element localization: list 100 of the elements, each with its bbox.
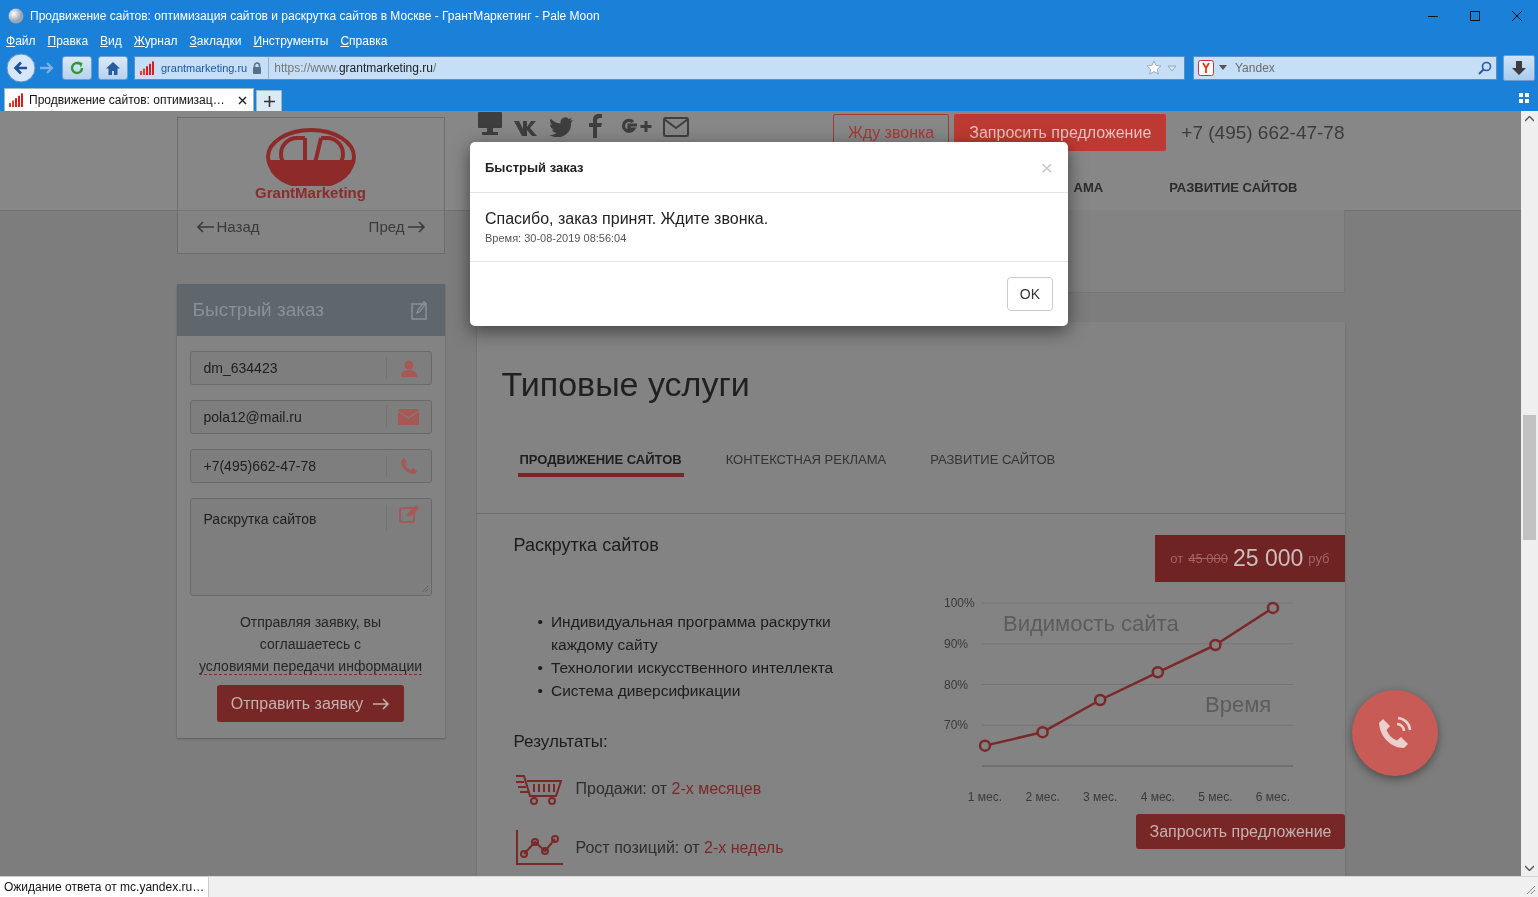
menu-item[interactable]: Правка — [47, 34, 89, 48]
plus-icon — [263, 95, 275, 107]
tick-label: 3 мес. — [1082, 790, 1117, 804]
dialog-message: Спасибо, заказ принят. Ждите звонка. — [485, 210, 770, 228]
home-icon — [105, 60, 121, 76]
edit-icon — [410, 300, 427, 320]
terms-link[interactable]: условиями передачи информации — [198, 658, 423, 675]
lock-icon — [252, 62, 263, 74]
data-point — [1093, 693, 1106, 707]
tick-label: 2 мес. — [1024, 790, 1060, 804]
menu-item[interactable]: Файл — [6, 34, 36, 48]
tick-label: 100% — [943, 596, 975, 610]
nav-item[interactable]: РАЗВИТИЕ САЙТОВ — [1169, 180, 1298, 210]
scrollbar[interactable] — [1521, 111, 1538, 876]
tick-label: 5 мес. — [1197, 790, 1233, 804]
input-field[interactable]: dm_634423 — [190, 352, 386, 384]
scroll-up-icon — [1525, 116, 1534, 122]
data-point — [1208, 638, 1222, 652]
person-icon — [400, 359, 417, 377]
data-point — [1151, 666, 1164, 679]
yandex-icon[interactable] — [1198, 60, 1214, 76]
twitter-icon[interactable] — [548, 116, 573, 137]
input-field[interactable]: +7(495)662-47-78 — [190, 450, 386, 482]
data-point — [978, 739, 991, 752]
price-badge: от 45 000 25 000 руб — [1155, 535, 1345, 582]
window-title: Продвижение сайтов: оптимизация сайтов и раскрутка сайтов в Москве - ГрантМаркетинг - Pale Moon — [30, 9, 601, 23]
signal-icon — [9, 93, 25, 107]
star-icon[interactable] — [1146, 60, 1162, 76]
new-tab-button[interactable] — [256, 90, 282, 111]
status-text: Ожидание ответа от mc.yandex.ru… — [0, 876, 210, 897]
close-icon[interactable] — [238, 95, 247, 105]
result-text: Рост позиций: от 2-х недель — [575, 839, 784, 857]
message-field[interactable]: Раскрутка сайтов — [190, 499, 386, 595]
arrow-left-icon — [195, 220, 214, 233]
bullet: • — [537, 658, 543, 678]
tick-label: 6 мес. — [1255, 790, 1290, 804]
site-identity[interactable]: grantmarketing.ru — [135, 57, 270, 79]
search-field[interactable]: Yandex — [1233, 60, 1478, 76]
input-box[interactable]: +7(495)662-47-78 — [189, 449, 432, 483]
menu-item[interactable]: Вид — [100, 34, 122, 48]
maximize-icon[interactable] — [1469, 10, 1481, 22]
line-graph-icon — [513, 830, 564, 866]
grid-icon[interactable] — [1519, 93, 1529, 103]
envelope-icon — [398, 409, 419, 425]
feature-item: Технологии искусственного интеллекта — [550, 658, 834, 678]
tick-label: 1 мес. — [967, 790, 1002, 804]
section-title: Типовые услуги — [501, 364, 750, 404]
ok-button[interactable]: OK — [1006, 277, 1053, 311]
menu-item[interactable]: Журнал — [133, 34, 178, 48]
service-title: Раскрутка сайтов — [513, 535, 660, 556]
input-box[interactable]: dm_634423 — [189, 351, 432, 385]
scrollbar-thumb[interactable] — [1523, 415, 1536, 540]
feature-item: Индивидуальная программа раскрутки каждому сайту — [550, 612, 832, 655]
download-button[interactable] — [1503, 55, 1535, 81]
monitor-icon[interactable] — [476, 111, 503, 136]
tick-label: 70% — [943, 718, 968, 733]
app-globe-icon — [8, 8, 24, 24]
feature-item: Система диверсификации — [550, 681, 741, 701]
browser-tab[interactable]: Продвижение сайтов: оптимизац… — [4, 88, 254, 111]
edit-icon — [398, 505, 419, 523]
url-field[interactable]: https://www.grantmarketing.ru/ — [269, 61, 1146, 75]
input-field[interactable]: pola12@mail.ru — [190, 401, 386, 433]
phone-number: +7 (495) 662-47-78 — [1181, 121, 1345, 144]
back-link[interactable]: Назад — [195, 218, 260, 235]
back-button[interactable] — [6, 53, 36, 83]
offer-button[interactable]: Запросить предложение — [1136, 814, 1345, 849]
caret-icon[interactable] — [1219, 65, 1227, 71]
tab[interactable]: ПРОДВИЖЕНИЕ САЙТОВ — [517, 451, 684, 477]
dialog-title: Быстрый заказ — [485, 159, 584, 175]
input-box[interactable]: pola12@mail.ru — [189, 400, 432, 434]
home-button[interactable] — [98, 56, 128, 80]
search-bar[interactable]: Yandex — [1193, 56, 1497, 80]
bullet: • — [537, 612, 543, 632]
search-icon[interactable] — [1478, 61, 1492, 75]
result-text: Продажи: от 2-х месяцев — [575, 780, 762, 798]
nav-item[interactable]: АМА — [1073, 180, 1104, 210]
submit-button[interactable]: Отправить заявку — [216, 685, 405, 722]
consent-text: Отправляя заявку, вы соглашаетесь с условиями передачи информации — [197, 613, 424, 677]
reload-icon — [69, 60, 85, 76]
next-link[interactable]: Пред — [368, 218, 426, 235]
results-title: Результаты: — [513, 732, 609, 752]
message-box[interactable]: Раскрутка сайтов — [189, 498, 432, 596]
tab[interactable]: РАЗВИТИЕ САЙТОВ — [928, 451, 1058, 477]
arrow-right-icon — [407, 220, 426, 233]
reload-button[interactable] — [62, 56, 92, 80]
menu-item[interactable]: Инструменты — [253, 34, 329, 48]
tab[interactable]: КОНТЕКСТНАЯ РЕКЛАМА — [723, 451, 889, 477]
signal-icon — [140, 61, 156, 75]
facebook-icon[interactable] — [588, 113, 603, 138]
tick-label: 4 мес. — [1140, 790, 1175, 804]
menu-item[interactable]: Закладки — [189, 34, 242, 48]
cart-icon — [513, 772, 564, 806]
menu-item[interactable]: Справка — [340, 34, 388, 48]
arrow-right-icon — [373, 697, 391, 710]
resize-grip-icon — [420, 585, 429, 593]
tick-label: 80% — [943, 677, 968, 692]
mail-icon[interactable] — [662, 116, 689, 137]
call-button[interactable] — [1352, 690, 1438, 776]
bullet: • — [537, 681, 543, 701]
down-arrow-icon — [1511, 60, 1527, 76]
